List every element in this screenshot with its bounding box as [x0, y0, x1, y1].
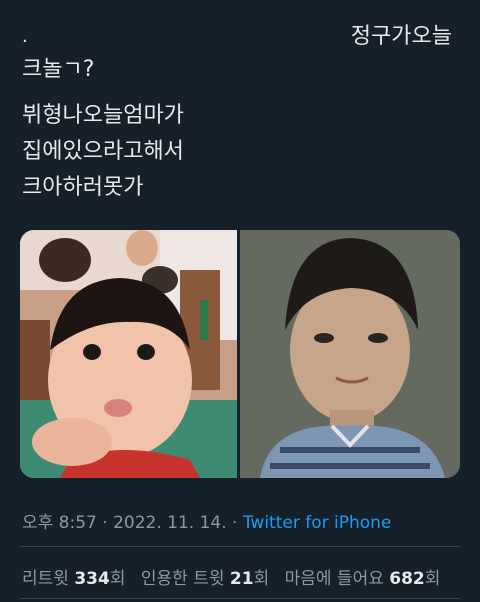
quotes-count: 21	[229, 569, 254, 589]
tweet-line: 크놀ㄱ?	[22, 57, 95, 82]
tweet-text: 크놀ㄱ? 뷔형나오늘엄마가 집에있으라고해서 크아하러못가	[22, 52, 184, 206]
tweet-line: 크아하러못가	[22, 175, 144, 200]
meta-separator: ·	[226, 513, 243, 533]
meta-separator: ·	[96, 513, 114, 533]
likes-count: 682	[389, 569, 425, 589]
photo-child-restaurant[interactable]	[20, 230, 237, 478]
reply-text: 정구가오늘	[350, 24, 452, 49]
tweet-date[interactable]: 2022. 11. 14.	[113, 513, 227, 533]
likes-label: 마음에 들어요	[284, 569, 390, 589]
divider	[20, 598, 460, 599]
retweets-count: 334	[74, 569, 110, 589]
photo-left-illustration	[20, 230, 237, 478]
divider	[20, 546, 460, 547]
tweet-line: 뷔형나오늘엄마가	[22, 103, 184, 128]
retweets-unit: 회	[109, 569, 126, 589]
quotes-unit: 회	[253, 569, 270, 589]
retweets-stat[interactable]: 리트윗 334회	[22, 569, 125, 589]
quotes-label: 인용한 트윗	[140, 569, 230, 589]
tweet-stats: 리트윗 334회 인용한 트윗 21회 마음에 들어요 682회	[22, 564, 450, 589]
photo-child-portrait[interactable]	[240, 230, 460, 478]
photo-right-illustration	[240, 230, 460, 478]
tweet-line: 집에있으라고해서	[22, 139, 184, 164]
tweet-source-link[interactable]: Twitter for iPhone	[243, 513, 392, 533]
dot-marker: .	[22, 26, 28, 47]
tweet-time: 오후 8:57	[22, 513, 97, 533]
tweet-meta: 오후 8:57 · 2022. 11. 14. · Twitter for iP…	[22, 508, 391, 533]
tweet-media[interactable]	[20, 230, 460, 478]
retweets-label: 리트윗	[22, 569, 75, 589]
likes-unit: 회	[424, 569, 441, 589]
likes-stat[interactable]: 마음에 들어요 682회	[285, 569, 441, 589]
quote-tweets-stat[interactable]: 인용한 트윗 21회	[141, 569, 269, 589]
